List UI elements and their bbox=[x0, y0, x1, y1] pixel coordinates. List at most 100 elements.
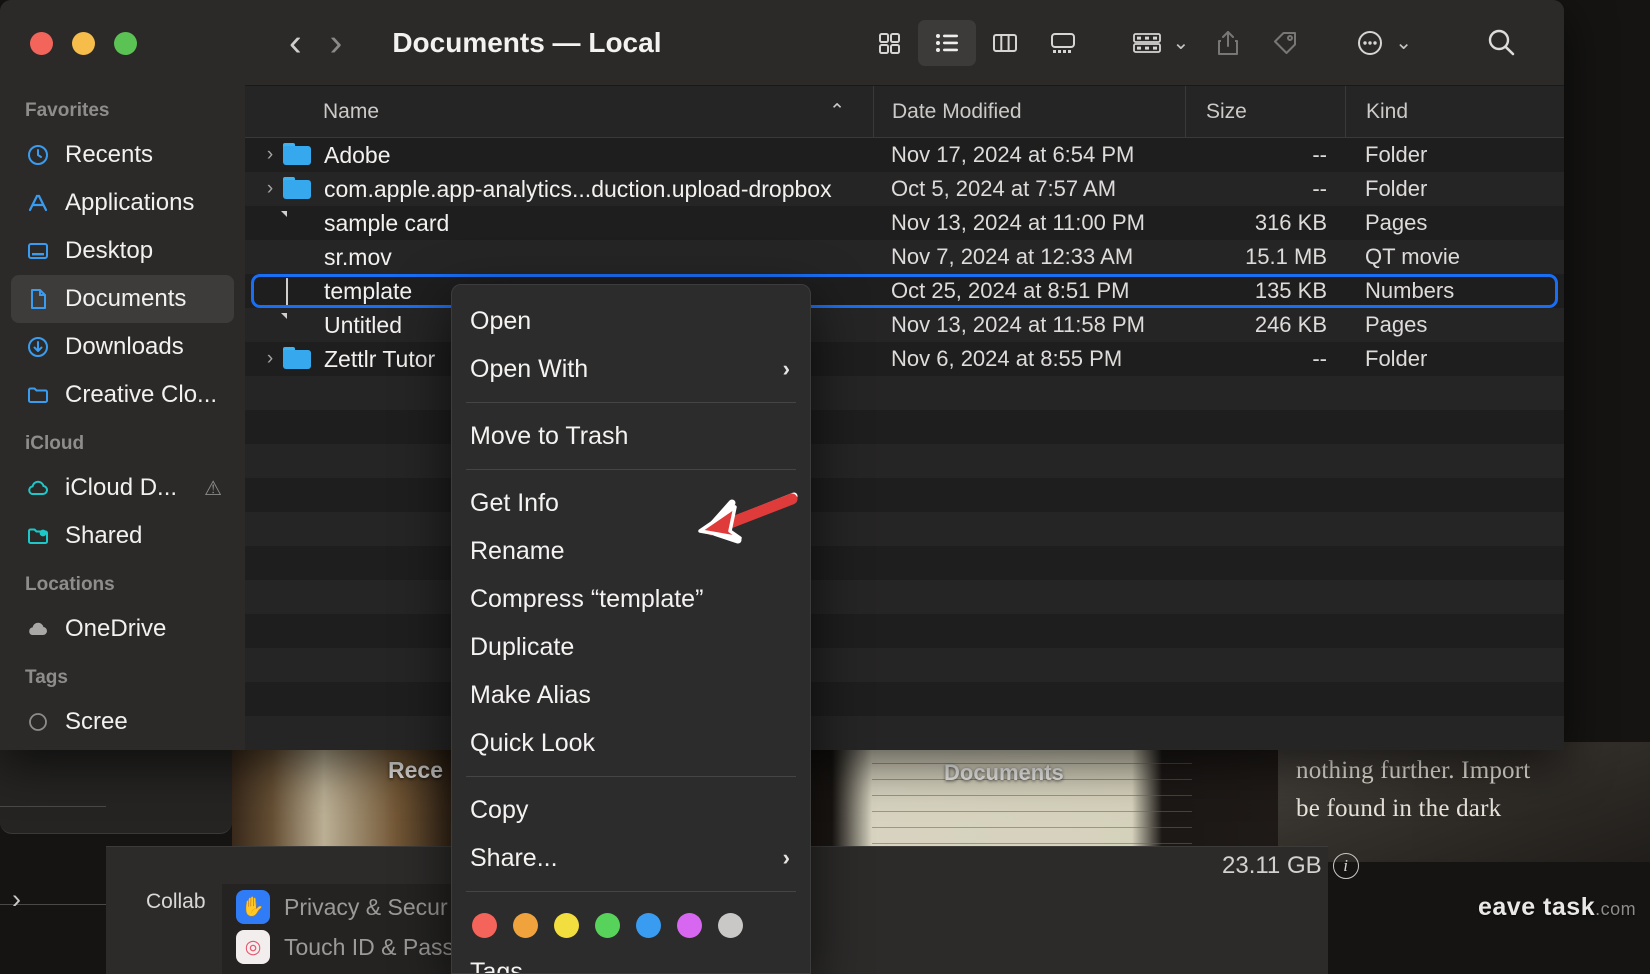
icon-view-button[interactable] bbox=[860, 20, 918, 66]
table-row[interactable]: ›AdobeNov 17, 2024 at 6:54 PM--Folder bbox=[245, 138, 1564, 172]
traffic-lights bbox=[30, 32, 137, 55]
file-name-cell: ›Adobe bbox=[245, 142, 873, 169]
column-header-size[interactable]: Size bbox=[1185, 86, 1345, 138]
file-date-modified: Nov 6, 2024 at 8:55 PM bbox=[873, 346, 1185, 372]
menu-item-copy[interactable]: Copy bbox=[452, 786, 810, 834]
tag-color-swatch-5[interactable] bbox=[677, 913, 702, 938]
sidebar-item-documents[interactable]: Documents bbox=[11, 275, 234, 323]
tag-color-swatch-4[interactable] bbox=[636, 913, 661, 938]
back-button[interactable]: ‹ bbox=[275, 24, 316, 62]
table-row[interactable]: ›Zettlr TutorNov 6, 2024 at 8:55 PM--Fol… bbox=[245, 342, 1564, 376]
sidebar: Favorites Recents Applications Desktop bbox=[0, 0, 245, 750]
menu-item-open-with[interactable]: Open With› bbox=[452, 345, 810, 393]
menu-item-open[interactable]: Open bbox=[452, 297, 810, 345]
file-size: -- bbox=[1185, 142, 1345, 168]
empty-row bbox=[245, 376, 1564, 410]
column-header-name[interactable]: Name ⌃ bbox=[245, 86, 873, 138]
zoom-button[interactable] bbox=[114, 32, 137, 55]
column-header-name-label: Name bbox=[323, 100, 379, 124]
menu-item-quick-look[interactable]: Quick Look bbox=[452, 719, 810, 767]
menu-item-move-to-trash[interactable]: Move to Trash bbox=[452, 412, 810, 460]
file-kind: Folder bbox=[1345, 142, 1564, 168]
background-window-left bbox=[0, 742, 232, 834]
hand-icon: ✋ bbox=[236, 890, 270, 924]
empty-row bbox=[245, 546, 1564, 580]
file-name: Untitled bbox=[324, 312, 402, 339]
table-row[interactable]: › com.apple.app-analytics...duction.uploa… bbox=[245, 172, 1564, 206]
tags-button[interactable] bbox=[1257, 20, 1315, 66]
sidebar-item-screenshots-tag[interactable]: Scree bbox=[11, 698, 234, 746]
menu-item-tags[interactable]: Tags... bbox=[452, 948, 810, 974]
file-size: 246 KB bbox=[1185, 312, 1345, 338]
folder-icon bbox=[25, 382, 51, 408]
column-header-date-modified[interactable]: Date Modified bbox=[873, 86, 1185, 138]
gallery-view-button[interactable] bbox=[1034, 20, 1092, 66]
table-row[interactable]: sample cardNov 13, 2024 at 11:00 PM316 K… bbox=[245, 206, 1564, 240]
folder-icon bbox=[283, 347, 311, 371]
menu-item-label: Compress “template” bbox=[470, 585, 703, 614]
file-name: com.apple.app-analytics...duction.upload… bbox=[324, 176, 832, 203]
background-quote-line2: be found in the dark bbox=[1296, 790, 1650, 828]
disclosure-triangle-icon[interactable]: › bbox=[257, 348, 283, 370]
sidebar-item-recents[interactable]: Recents bbox=[11, 131, 234, 179]
empty-row bbox=[245, 512, 1564, 546]
sidebar-item-shared[interactable]: Shared bbox=[11, 512, 234, 560]
more-button[interactable] bbox=[1341, 20, 1399, 66]
table-row[interactable]: UntitledNov 13, 2024 at 11:58 PM246 KBPa… bbox=[245, 308, 1564, 342]
pages-document-icon bbox=[283, 211, 311, 235]
file-size: -- bbox=[1185, 176, 1345, 202]
folder-icon bbox=[283, 143, 311, 167]
empty-row bbox=[245, 580, 1564, 614]
more-chevron-down-icon[interactable]: ⌄ bbox=[1395, 30, 1412, 55]
file-size: 15.1 MB bbox=[1185, 244, 1345, 270]
list-view-button[interactable] bbox=[918, 20, 976, 66]
info-icon[interactable]: i bbox=[1333, 853, 1359, 879]
onedrive-cloud-icon bbox=[25, 616, 51, 642]
file-list: ›AdobeNov 17, 2024 at 6:54 PM--Folder›co… bbox=[245, 138, 1564, 750]
menu-item-label: Make Alias bbox=[470, 681, 591, 710]
menu-item-share[interactable]: Share...› bbox=[452, 834, 810, 882]
tag-color-swatch-6[interactable] bbox=[718, 913, 743, 938]
disclosure-triangle-icon[interactable]: › bbox=[257, 178, 283, 200]
background-quote-text: nothing further. Import be found in the … bbox=[1296, 752, 1650, 828]
menu-item-duplicate[interactable]: Duplicate bbox=[452, 623, 810, 671]
tag-color-swatch-1[interactable] bbox=[513, 913, 538, 938]
sidebar-item-recents-label: Recents bbox=[65, 141, 153, 169]
group-by-button[interactable] bbox=[1118, 20, 1176, 66]
search-button[interactable] bbox=[1472, 20, 1530, 66]
chevron-right-icon: › bbox=[783, 845, 790, 871]
background-divider-top bbox=[0, 806, 106, 807]
file-name: sr.mov bbox=[324, 244, 392, 271]
table-row[interactable]: templateOct 25, 2024 at 8:51 PM135 KBNum… bbox=[245, 274, 1564, 308]
menu-item-label: Tags... bbox=[470, 958, 544, 974]
table-row[interactable]: sr.movNov 7, 2024 at 12:33 AM15.1 MBQT m… bbox=[245, 240, 1564, 274]
disclosure-triangle-icon[interactable]: › bbox=[257, 144, 283, 166]
sidebar-item-icloud-drive[interactable]: iCloud D... ⚠ bbox=[11, 464, 234, 512]
tag-color-swatch-2[interactable] bbox=[554, 913, 579, 938]
sidebar-item-onedrive[interactable]: OneDrive bbox=[11, 605, 234, 653]
sidebar-item-downloads[interactable]: Downloads bbox=[11, 323, 234, 371]
file-kind: Numbers bbox=[1345, 278, 1564, 304]
menu-item-make-alias[interactable]: Make Alias bbox=[452, 671, 810, 719]
chevron-down-icon[interactable]: ⌄ bbox=[1172, 30, 1189, 55]
movie-thumbnail-icon bbox=[283, 245, 311, 269]
tag-color-swatch-0[interactable] bbox=[472, 913, 497, 938]
minimize-button[interactable] bbox=[72, 32, 95, 55]
sidebar-item-applications[interactable]: Applications bbox=[11, 179, 234, 227]
tag-color-swatch-3[interactable] bbox=[595, 913, 620, 938]
toolbar-actions: ⌄ ⌄ bbox=[860, 20, 1564, 66]
column-header-kind[interactable]: Kind bbox=[1345, 86, 1564, 138]
forward-button[interactable]: › bbox=[316, 24, 357, 62]
column-view-button[interactable] bbox=[976, 20, 1034, 66]
share-button[interactable] bbox=[1199, 20, 1257, 66]
sidebar-item-desktop[interactable]: Desktop bbox=[11, 227, 234, 275]
background-expand-chevron-icon[interactable]: › bbox=[12, 884, 21, 915]
sidebar-item-documents-label: Documents bbox=[65, 285, 186, 313]
menu-item-compress-template[interactable]: Compress “template” bbox=[452, 575, 810, 623]
sidebar-item-creative-cloud[interactable]: Creative Clo... bbox=[11, 371, 234, 419]
background-quote-line1: nothing further. Import bbox=[1296, 752, 1650, 790]
settings-item-privacy-label: Privacy & Secur bbox=[284, 894, 448, 921]
close-button[interactable] bbox=[30, 32, 53, 55]
background-recents-label: Rece bbox=[388, 757, 443, 784]
sidebar-item-screenshots-tag-label: Scree bbox=[65, 708, 128, 736]
